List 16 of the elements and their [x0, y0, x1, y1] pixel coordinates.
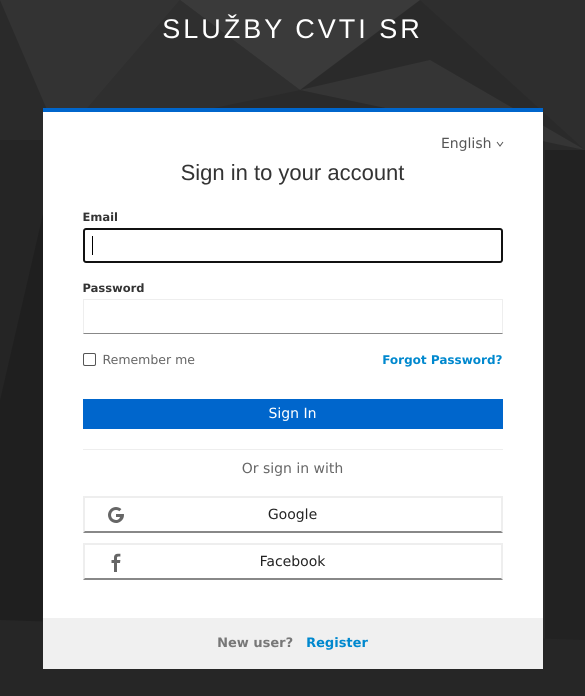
site-title: SLUŽBY CVTI SR — [162, 14, 423, 46]
caret-icon — [496, 141, 504, 147]
separator-text: Or sign in with — [240, 461, 344, 477]
provider-button[interactable]: Google — [82, 496, 502, 533]
remember-label: Remember me — [102, 352, 195, 367]
sign-in-button[interactable]: Sign In — [82, 399, 502, 429]
language-selector[interactable]: English — [440, 136, 504, 152]
forgot-password-link[interactable]: Forgot Password? — [382, 352, 502, 366]
field-label: Email — [82, 210, 119, 224]
input-field[interactable] — [82, 228, 502, 263]
provider-button[interactable]: Facebook — [82, 543, 502, 580]
page-heading: Sign in to your account — [180, 160, 406, 186]
new-user-text: New user? — [217, 636, 294, 651]
google-icon — [106, 505, 126, 525]
field-label: Password — [82, 281, 146, 295]
remember-checkbox[interactable] — [82, 353, 96, 366]
